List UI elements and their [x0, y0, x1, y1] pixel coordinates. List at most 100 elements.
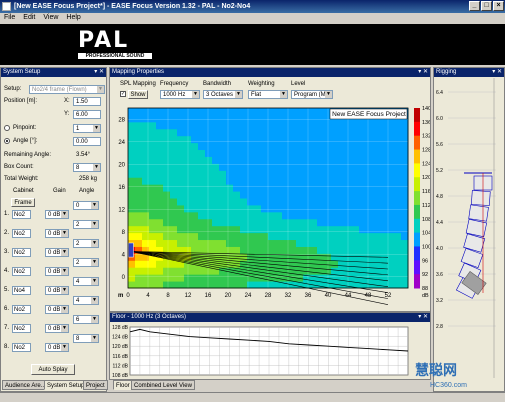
heatmap-cell: [289, 211, 297, 220]
heatmap-cell: [338, 177, 346, 185]
cabinet-cell[interactable]: No2: [12, 324, 31, 333]
angle-select[interactable]: 2 ▼: [73, 220, 99, 229]
heatmap-cell: [177, 211, 185, 220]
y-field[interactable]: 6.00: [73, 110, 101, 119]
gain-select[interactable]: 0 dB ▼: [45, 286, 69, 295]
maximize-button[interactable]: □: [481, 1, 492, 11]
heatmap-cell: [205, 142, 213, 151]
pin-close-icon[interactable]: ▾ ✕: [418, 68, 428, 77]
x-field[interactable]: 1.50: [73, 97, 101, 106]
angle-col-header: Angle: [79, 188, 95, 194]
show-checkbox[interactable]: ✓: [120, 91, 126, 97]
cabinet-cell[interactable]: No2: [12, 229, 31, 238]
heatmap-cell: [177, 156, 185, 164]
tab-system-setup[interactable]: System Setup: [44, 380, 88, 390]
angle-select[interactable]: 6 ▼: [73, 315, 99, 324]
heatmap-cell: [275, 156, 283, 164]
tab-combined-level-view[interactable]: Combined Level View: [131, 380, 195, 390]
gain-select[interactable]: 0 dB ▼: [45, 324, 69, 333]
heatmap-cell: [401, 198, 409, 206]
heatmap-cell: [135, 149, 143, 157]
pin-close-icon[interactable]: ▾ ✕: [492, 68, 502, 77]
auto-splay-button[interactable]: Auto Splay: [31, 364, 75, 375]
gain-select[interactable]: 0 dB ▼: [45, 248, 69, 257]
tab-project[interactable]: Project: [83, 380, 108, 390]
heatmap-cell: [135, 232, 143, 241]
frame-button[interactable]: Frame: [11, 198, 35, 207]
heatmap-cell: [317, 191, 325, 199]
box-count-select[interactable]: 8 ▼: [73, 163, 101, 172]
heatmap-cell: [373, 225, 381, 234]
gain-select[interactable]: 0 dB ▼: [45, 229, 69, 238]
heatmap-cell: [261, 198, 269, 206]
x-label: X:: [64, 98, 70, 104]
heatmap-cell: [401, 218, 409, 227]
gain-select[interactable]: 0 dB ▼: [45, 343, 69, 352]
cabinet-cell[interactable]: No4: [12, 286, 31, 295]
bandwidth-select[interactable]: 3 Octaves ▼: [203, 90, 243, 99]
heatmap-cell: [401, 281, 409, 289]
cabinet-cell[interactable]: No2: [12, 305, 31, 314]
heatmap-cell: [198, 232, 206, 241]
heatmap-cell: [310, 128, 318, 137]
cabinet-cell[interactable]: No2: [12, 248, 31, 257]
heatmap-cell: [226, 149, 234, 157]
heatmap-cell: [219, 281, 227, 289]
menu-edit[interactable]: Edit: [19, 13, 39, 22]
angle-select[interactable]: 8 ▼: [73, 334, 99, 343]
spl-heatmap[interactable]: New EASE Focus Project0 4 8 12 16 20 24 28 32 36 4…: [110, 102, 430, 307]
heatmap-cell: [149, 267, 157, 275]
chevron-down-icon: ▼: [61, 249, 68, 256]
menu-help[interactable]: Help: [62, 13, 84, 22]
heatmap-cell: [338, 204, 346, 213]
angle-select[interactable]: 2 ▼: [73, 258, 99, 267]
heatmap-cell: [226, 218, 234, 227]
frequency-select[interactable]: 1000 Hz ▼: [160, 90, 200, 99]
close-button[interactable]: ×: [493, 1, 504, 11]
heatmap-cell: [212, 108, 220, 116]
watermark-logo: 慧聪网: [415, 363, 457, 379]
heatmap-cell: [296, 204, 304, 213]
weighting-select[interactable]: Flat ▼: [248, 90, 288, 99]
heatmap-cell: [233, 281, 241, 289]
x-tick-label: 24: [245, 293, 252, 299]
heatmap-cell: [163, 135, 171, 144]
heatmap-cell: [352, 135, 360, 144]
angle-select[interactable]: 0 ▼: [73, 201, 99, 210]
cabinet-cell[interactable]: No2: [12, 267, 31, 276]
gain-select[interactable]: 0 dB ▼: [45, 267, 69, 276]
pinpoint-select[interactable]: 1 ▼: [73, 124, 101, 133]
level-select[interactable]: Program (Ma ▼: [291, 90, 333, 99]
menu-view[interactable]: View: [39, 13, 62, 22]
x-tick-label: 32: [285, 293, 292, 299]
tab-audience-areas[interactable]: Audience Are...: [2, 380, 49, 390]
floor-panel: Floor - 1000 Hz (3 Octaves) ▾ ✕ 128 dB 12…: [109, 312, 431, 380]
menu-file[interactable]: File: [0, 13, 19, 22]
heatmap-cell: [296, 114, 304, 123]
cabinet-cell[interactable]: No2: [12, 210, 31, 219]
angle-radio[interactable]: [4, 138, 10, 144]
heatmap-cell: [338, 184, 346, 192]
heatmap-cell: [261, 191, 269, 199]
heatmap-cell: [254, 239, 262, 247]
angle-select[interactable]: 2 ▼: [73, 239, 99, 248]
setup-select[interactable]: No2/4 frame (Flown) ▼: [29, 85, 105, 94]
angle-select[interactable]: 4 ▼: [73, 296, 99, 305]
spl-mapping-label: SPL Mapping: [120, 81, 156, 87]
pin-close-icon[interactable]: ▾ ✕: [94, 68, 104, 77]
heatmap-cell: [303, 142, 311, 151]
minimize-button[interactable]: _: [469, 1, 480, 11]
angle-field[interactable]: 0.00: [73, 137, 101, 146]
angle-select[interactable]: 4 ▼: [73, 277, 99, 286]
brand-banner: PAL PROFESSIONAL SOUND SYSTEMS: [0, 24, 505, 65]
gain-select[interactable]: 0 dB ▼: [45, 305, 69, 314]
x-tick-label: 16: [205, 293, 212, 299]
pin-close-icon[interactable]: ▾ ✕: [418, 313, 428, 322]
box-count-label: Box Count:: [4, 164, 34, 170]
show-button[interactable]: Show: [128, 90, 148, 99]
gain-select[interactable]: 0 dB ▼: [45, 210, 69, 219]
pinpoint-radio[interactable]: [4, 125, 10, 131]
tab-floor[interactable]: Floor: [113, 380, 133, 390]
cabinet-cell[interactable]: No2: [12, 343, 31, 352]
heatmap-cell: [128, 135, 136, 144]
